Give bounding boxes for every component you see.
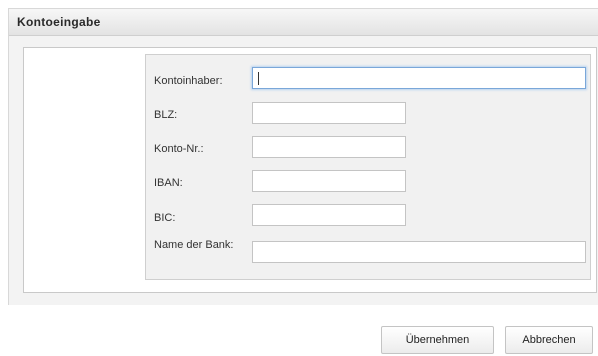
bic-label: BIC: (154, 212, 176, 224)
apply-button[interactable]: Übernehmen (381, 326, 494, 354)
bank-name-label: Name der Bank: (154, 239, 234, 251)
account-entry-dialog: Kontoeingabe Kontoinhaber: BLZ: Konto-Nr… (8, 8, 598, 305)
blz-input[interactable] (252, 102, 406, 124)
cancel-button[interactable]: Abbrechen (505, 326, 593, 354)
account-number-input[interactable] (252, 136, 406, 158)
bic-input[interactable] (252, 204, 406, 226)
iban-label: IBAN: (154, 177, 183, 189)
account-holder-label: Kontoinhaber: (154, 75, 223, 87)
account-holder-input[interactable] (252, 67, 586, 89)
account-number-label: Konto-Nr.: (154, 143, 204, 155)
text-caret (258, 72, 259, 85)
blz-label: BLZ: (154, 109, 178, 121)
dialog-titlebar: Kontoeingabe (9, 9, 598, 36)
iban-input[interactable] (252, 170, 406, 192)
form-panel: Kontoinhaber: BLZ: Konto-Nr.: IBAN: BIC:… (145, 54, 591, 280)
bank-name-input[interactable] (252, 241, 586, 263)
form-container: Kontoinhaber: BLZ: Konto-Nr.: IBAN: BIC:… (23, 47, 597, 293)
dialog-title: Kontoeingabe (17, 15, 101, 29)
